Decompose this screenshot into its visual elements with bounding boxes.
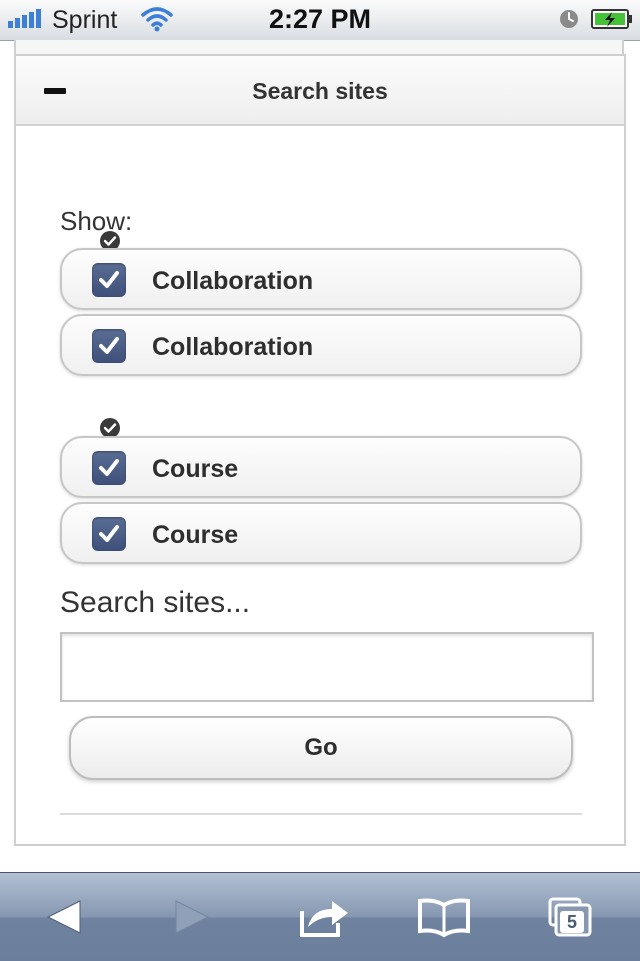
battery-charging-icon	[591, 9, 632, 29]
option-course[interactable]: Course	[60, 502, 582, 564]
alarm-icon	[560, 10, 578, 28]
bookmarks-icon[interactable]	[416, 893, 472, 941]
go-button[interactable]: Go	[69, 716, 573, 780]
collapsible-header[interactable]: Search sites	[16, 56, 624, 126]
option-collaboration[interactable]: Collaboration	[60, 248, 582, 310]
bookmarks-button[interactable]	[416, 893, 472, 941]
option-collaboration[interactable]: Collaboration	[60, 314, 582, 376]
back-button[interactable]	[40, 893, 96, 941]
browser-toolbar: 5	[0, 872, 640, 961]
checkbox-checked-icon[interactable]	[92, 517, 126, 551]
option-label: Collaboration	[152, 333, 314, 361]
tab-count-badge: 5	[560, 911, 584, 933]
share-button[interactable]	[296, 893, 352, 941]
back-icon[interactable]	[40, 893, 96, 941]
collapsible-title: Search sites	[252, 78, 388, 104]
status-bar: Sprint 2:27 PM	[0, 0, 640, 41]
option-label: Course	[152, 455, 239, 483]
divider	[60, 813, 582, 815]
option-label: Collaboration	[152, 267, 314, 295]
forward-icon[interactable]	[164, 893, 220, 941]
checkbox-checked-icon[interactable]	[92, 329, 126, 363]
checkbox-checked-icon[interactable]	[92, 263, 126, 297]
status-time: 2:27 PM	[268, 4, 372, 34]
page-top-strip	[14, 40, 624, 54]
show-label: Show:	[60, 206, 133, 236]
tabs-button[interactable]: 5	[546, 893, 602, 941]
search-sites-label: Search sites...	[60, 586, 251, 619]
option-label: Course	[152, 521, 239, 549]
search-input[interactable]	[60, 632, 594, 702]
share-icon[interactable]	[296, 893, 352, 941]
search-sites-panel: Search sites Show: Collaboration Collabo…	[14, 54, 626, 846]
checkbox-checked-icon[interactable]	[92, 451, 126, 485]
option-course[interactable]: Course	[60, 436, 582, 498]
forward-button[interactable]	[164, 893, 220, 941]
check-circle-icon	[100, 418, 120, 438]
